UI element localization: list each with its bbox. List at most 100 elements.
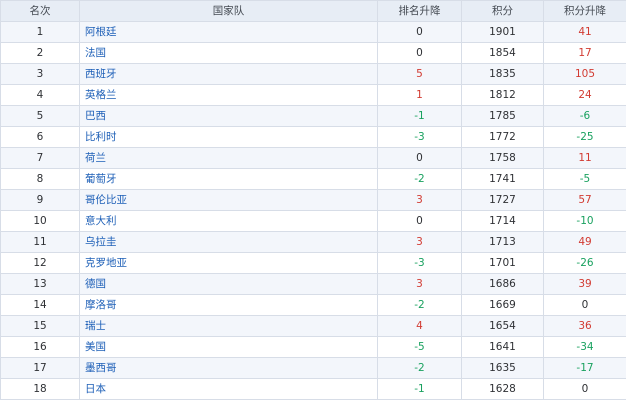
- team-link[interactable]: 日本: [79, 378, 378, 400]
- table-row: 3 西班牙 5 1835 105: [0, 63, 626, 85]
- points-cell: 1758: [461, 147, 544, 169]
- points-cell: 1785: [461, 105, 544, 127]
- points-change-cell: -10: [543, 210, 626, 232]
- team-link[interactable]: 西班牙: [79, 63, 378, 85]
- team-link[interactable]: 克罗地亚: [79, 252, 378, 274]
- header-team[interactable]: 国家队: [79, 0, 378, 22]
- points-cell: 1901: [461, 21, 544, 43]
- rank-change-cell: -1: [377, 105, 462, 127]
- team-link[interactable]: 摩洛哥: [79, 294, 378, 316]
- points-change-cell: 36: [543, 315, 626, 337]
- rank-change-cell: 3: [377, 231, 462, 253]
- team-link[interactable]: 哥伦比亚: [79, 189, 378, 211]
- points-cell: 1641: [461, 336, 544, 358]
- table-row: 13 德国 3 1686 39: [0, 273, 626, 295]
- team-link[interactable]: 意大利: [79, 210, 378, 232]
- points-cell: 1686: [461, 273, 544, 295]
- rank-cell: 16: [0, 336, 80, 358]
- rank-change-cell: -2: [377, 168, 462, 190]
- header-points[interactable]: 积分: [461, 0, 544, 22]
- team-link[interactable]: 阿根廷: [79, 21, 378, 43]
- rank-cell: 6: [0, 126, 80, 148]
- team-link[interactable]: 法国: [79, 42, 378, 64]
- rank-change-cell: 3: [377, 273, 462, 295]
- table-row: 15 瑞士 4 1654 36: [0, 315, 626, 337]
- table-row: 10 意大利 0 1714 -10: [0, 210, 626, 232]
- points-cell: 1714: [461, 210, 544, 232]
- team-link[interactable]: 美国: [79, 336, 378, 358]
- points-change-cell: 49: [543, 231, 626, 253]
- rank-cell: 3: [0, 63, 80, 85]
- header-rank[interactable]: 名次: [0, 0, 80, 22]
- table-row: 7 荷兰 0 1758 11: [0, 147, 626, 169]
- rank-change-cell: 4: [377, 315, 462, 337]
- table-header-row: 名次 国家队 排名升降 积分 积分升降: [0, 0, 626, 22]
- rank-cell: 15: [0, 315, 80, 337]
- rank-cell: 10: [0, 210, 80, 232]
- points-cell: 1669: [461, 294, 544, 316]
- table-row: 14 摩洛哥 -2 1669 0: [0, 294, 626, 316]
- rank-change-cell: 1: [377, 84, 462, 106]
- table-row: 12 克罗地亚 -3 1701 -26: [0, 252, 626, 274]
- header-rank-change[interactable]: 排名升降: [377, 0, 462, 22]
- rank-change-cell: -2: [377, 357, 462, 379]
- points-change-cell: 57: [543, 189, 626, 211]
- rank-cell: 8: [0, 168, 80, 190]
- points-cell: 1654: [461, 315, 544, 337]
- rank-change-cell: -1: [377, 378, 462, 400]
- points-change-cell: 17: [543, 42, 626, 64]
- points-cell: 1635: [461, 357, 544, 379]
- rank-cell: 12: [0, 252, 80, 274]
- rank-change-cell: -5: [377, 336, 462, 358]
- table-row: 1 阿根廷 0 1901 41: [0, 21, 626, 43]
- table-row: 16 美国 -5 1641 -34: [0, 336, 626, 358]
- points-change-cell: 0: [543, 294, 626, 316]
- points-cell: 1741: [461, 168, 544, 190]
- table-row: 9 哥伦比亚 3 1727 57: [0, 189, 626, 211]
- team-link[interactable]: 墨西哥: [79, 357, 378, 379]
- rank-cell: 18: [0, 378, 80, 400]
- team-link[interactable]: 比利时: [79, 126, 378, 148]
- rank-cell: 11: [0, 231, 80, 253]
- points-cell: 1812: [461, 84, 544, 106]
- points-cell: 1727: [461, 189, 544, 211]
- rank-cell: 1: [0, 21, 80, 43]
- header-points-change[interactable]: 积分升降: [543, 0, 626, 22]
- table-row: 18 日本 -1 1628 0: [0, 378, 626, 400]
- ranking-table-container: 名次 国家队 排名升降 积分 积分升降 1 阿根廷 0 1901 41 2 法国 0 1854 1…: [0, 0, 626, 403]
- team-link[interactable]: 荷兰: [79, 147, 378, 169]
- points-cell: 1835: [461, 63, 544, 85]
- rank-cell: 17: [0, 357, 80, 379]
- team-link[interactable]: 德国: [79, 273, 378, 295]
- table-row: 5 巴西 -1 1785 -6: [0, 105, 626, 127]
- rank-cell: 13: [0, 273, 80, 295]
- team-link[interactable]: 英格兰: [79, 84, 378, 106]
- table-row: 11 乌拉圭 3 1713 49: [0, 231, 626, 253]
- rank-change-cell: 0: [377, 210, 462, 232]
- table-row: 17 墨西哥 -2 1635 -17: [0, 357, 626, 379]
- points-change-cell: -34: [543, 336, 626, 358]
- table-row: 8 葡萄牙 -2 1741 -5: [0, 168, 626, 190]
- points-change-cell: -5: [543, 168, 626, 190]
- points-cell: 1854: [461, 42, 544, 64]
- team-link[interactable]: 巴西: [79, 105, 378, 127]
- rank-cell: 9: [0, 189, 80, 211]
- rank-change-cell: -3: [377, 252, 462, 274]
- team-link[interactable]: 瑞士: [79, 315, 378, 337]
- rank-change-cell: 0: [377, 147, 462, 169]
- team-link[interactable]: 葡萄牙: [79, 168, 378, 190]
- rank-cell: 2: [0, 42, 80, 64]
- points-change-cell: -6: [543, 105, 626, 127]
- rank-cell: 14: [0, 294, 80, 316]
- points-change-cell: -17: [543, 357, 626, 379]
- rank-change-cell: 5: [377, 63, 462, 85]
- points-cell: 1701: [461, 252, 544, 274]
- table-row: 2 法国 0 1854 17: [0, 42, 626, 64]
- points-cell: 1628: [461, 378, 544, 400]
- ranking-table: 名次 国家队 排名升降 积分 积分升降 1 阿根廷 0 1901 41 2 法国 0 1854 1…: [0, 0, 626, 400]
- team-link[interactable]: 乌拉圭: [79, 231, 378, 253]
- rank-cell: 7: [0, 147, 80, 169]
- table-row: 4 英格兰 1 1812 24: [0, 84, 626, 106]
- points-change-cell: 105: [543, 63, 626, 85]
- points-change-cell: 24: [543, 84, 626, 106]
